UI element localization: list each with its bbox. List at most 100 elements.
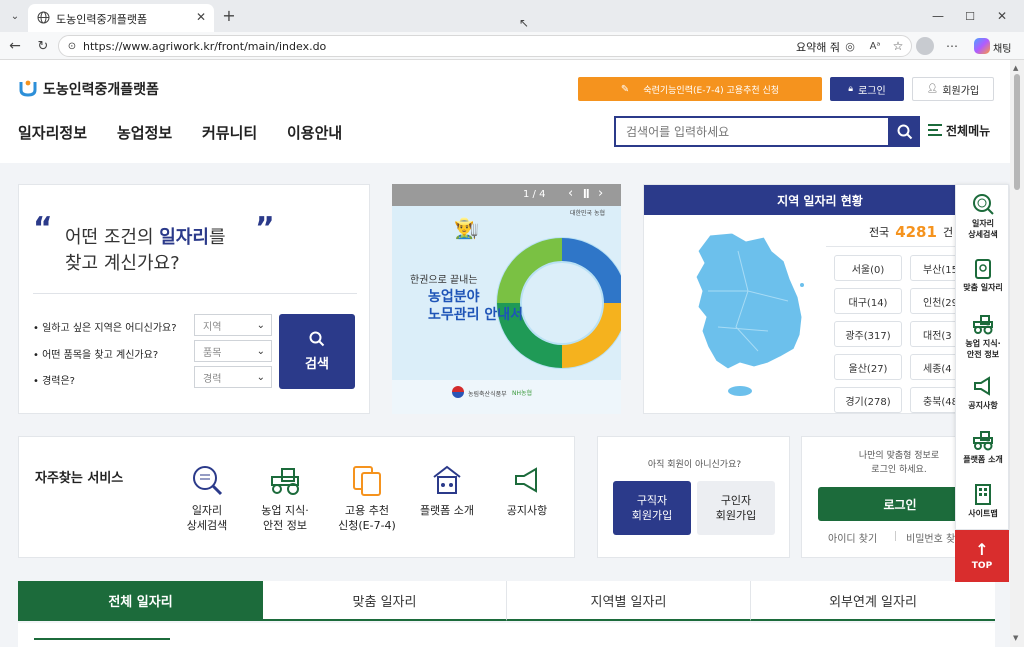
career-select[interactable]: 경력 ⌄ <box>194 366 272 388</box>
quick-agri-knowledge[interactable]: 농업 지식· 안전 정보 <box>956 313 1010 360</box>
documents-icon <box>350 463 384 497</box>
pause-icon[interactable]: ǁ <box>583 188 590 199</box>
copilot-summary-icon[interactable]: ◎ <box>842 38 858 54</box>
find-password-link[interactable]: 비밀번호 찾 <box>906 530 955 545</box>
total-count: 4281 <box>895 222 937 241</box>
service-job-search[interactable]: 일자리 상세검색 <box>171 463 243 533</box>
tab-all-jobs[interactable]: 전체 일자리 <box>18 581 263 621</box>
tab-external-jobs[interactable]: 외부연계 일자리 <box>751 581 995 621</box>
search-heading-line2: 찾고 계신가요? <box>65 253 180 274</box>
promo-banner[interactable]: 1 / 4 ‹ ǁ › 대한민국 농협 👨‍🌾 한권으로 끝내는 농업분야 노무… <box>392 184 621 414</box>
back-arrow-icon[interactable]: ← <box>6 37 24 55</box>
url-bar[interactable]: ⊙ https://www.agriwork.kr/front/main/ind… <box>58 35 912 57</box>
profile-avatar[interactable] <box>916 37 934 55</box>
quick-job-search[interactable]: 일자리 상세검색 <box>956 193 1010 240</box>
browser-tab[interactable]: 도농인력중개플랫폼 ✕ <box>28 4 214 32</box>
favorite-star-icon[interactable]: ☆ <box>890 38 906 54</box>
korea-map[interactable] <box>668 231 818 401</box>
service-platform-intro[interactable]: 플랫폼 소개 <box>411 463 483 518</box>
service-label-line2: 신청(E-7-4) <box>338 519 396 532</box>
header-login-button[interactable]: 🔒︎ 로그인 <box>830 77 904 101</box>
reload-icon[interactable]: ↻ <box>34 37 52 55</box>
seeker-signup-button[interactable]: 구직자 회원가입 <box>613 481 691 535</box>
total-label: 전국 <box>868 225 890 239</box>
nav-guide[interactable]: 이용안내 <box>287 122 342 143</box>
quick-label-line1: 사이트맵 <box>968 509 998 518</box>
building-people-icon <box>430 463 464 497</box>
site-logo-text[interactable]: 도농인력중개플랫폼 <box>43 79 159 99</box>
prev-slide-icon[interactable]: ‹ <box>568 186 573 201</box>
region-button-seoul[interactable]: 서울(0) <box>834 255 902 281</box>
search-icon <box>309 331 325 347</box>
site-logo-icon[interactable] <box>18 78 38 98</box>
frequent-services-card: 자주찾는 서비스 일자리 상세검색 농업 지식· 안전 정보 고용 추천 신청(… <box>18 436 575 558</box>
banner-illustration <box>496 237 621 369</box>
site-info-icon[interactable]: ⊙ <box>65 39 79 53</box>
region-button-ulsan[interactable]: 울산(27) <box>834 354 902 380</box>
header-signup-button[interactable]: 👤︎ 회원가입 <box>912 77 994 101</box>
region-select[interactable]: 지역 ⌄ <box>194 314 272 336</box>
next-slide-icon[interactable]: › <box>598 186 603 201</box>
new-tab-icon[interactable]: + <box>220 6 238 25</box>
maximize-icon[interactable]: ☐ <box>962 8 978 24</box>
megaphone-icon <box>972 375 994 397</box>
job-search-button[interactable]: 검색 <box>279 314 355 389</box>
more-options-icon[interactable]: ⋯ <box>944 38 960 54</box>
all-menu-button[interactable]: 전체메뉴 <box>946 122 990 139</box>
quick-custom-jobs[interactable]: 맞춤 일자리 <box>956 257 1010 293</box>
service-agri-knowledge[interactable]: 농업 지식· 안전 정보 <box>249 463 321 533</box>
read-aloud-icon[interactable]: Aᵃ <box>866 38 884 54</box>
quick-sitemap[interactable]: 사이트맵 <box>956 483 1010 519</box>
skilled-worker-button[interactable]: ✎ 숙련기능인력(E-7-4) 고용추천 신청 <box>578 77 822 101</box>
crop-select-value: 품목 <box>203 347 222 359</box>
scroll-up-arrow-icon[interactable]: ▲ <box>1013 64 1018 72</box>
region-button-gyeonggi[interactable]: 경기(278) <box>834 387 902 413</box>
summarize-label[interactable]: 요약해 줘 <box>796 39 840 55</box>
page-scrollbar[interactable]: ▲ ▼ <box>1010 60 1024 647</box>
quick-notice[interactable]: 공지사항 <box>956 375 1010 411</box>
skilled-worker-label: 숙련기능인력(E-7-4) 고용추천 신청 <box>643 85 780 96</box>
close-tab-icon[interactable]: ✕ <box>194 9 208 25</box>
scroll-top-button[interactable]: ↑ TOP <box>955 530 1009 582</box>
service-employment-recommend[interactable]: 고용 추천 신청(E-7-4) <box>327 463 407 533</box>
lock-icon: 🔒︎ <box>848 84 854 94</box>
document-icon: ✎ <box>620 83 630 95</box>
service-notice[interactable]: 공지사항 <box>491 463 563 518</box>
tab-title: 도농인력중개플랫폼 <box>56 13 148 26</box>
copilot-icon[interactable] <box>974 38 990 54</box>
seeker-label-2: 회원가입 <box>631 509 673 522</box>
service-label-line1: 일자리 <box>191 504 223 517</box>
close-window-icon[interactable]: ✕ <box>994 8 1010 24</box>
crop-select[interactable]: 품목 ⌄ <box>194 340 272 362</box>
job-search-card: “ 어떤 조건의 일자리를 ” 찾고 계신가요? • 일하고 싶은 지역은 어디… <box>18 184 370 414</box>
tab-list-chevron-icon[interactable]: ⌄ <box>6 8 24 24</box>
search-icon <box>897 124 912 139</box>
scrollbar-thumb[interactable] <box>1014 74 1020 190</box>
chat-label[interactable]: 채팅 <box>993 40 1011 55</box>
find-id-link[interactable]: 아이디 찾기 <box>828 530 877 545</box>
site-header: 도농인력중개플랫폼 ✎ 숙련기능인력(E-7-4) 고용추천 신청 🔒︎ 로그인 👤… <box>0 60 1010 163</box>
web-page: 도농인력중개플랫폼 ✎ 숙련기능인력(E-7-4) 고용추천 신청 🔒︎ 로그인 👤… <box>0 60 1010 647</box>
service-label-line1: 고용 추천 <box>345 504 389 517</box>
nav-agri-info[interactable]: 농업정보 <box>117 122 172 143</box>
minimize-icon[interactable]: — <box>930 8 946 24</box>
scroll-down-arrow-icon[interactable]: ▼ <box>1013 634 1018 642</box>
employer-label-1: 구인자 <box>720 494 752 507</box>
farmer-illustration-icon: 👨‍🌾 <box>454 216 479 240</box>
hamburger-menu-icon[interactable] <box>928 123 942 137</box>
site-search-input[interactable] <box>614 116 890 147</box>
region-button-gwangju[interactable]: 광주(317) <box>834 321 902 347</box>
tab-custom-jobs[interactable]: 맞춤 일자리 <box>263 581 507 621</box>
service-label-line1: 플랫폼 소개 <box>419 504 475 517</box>
top-label: TOP <box>971 560 993 571</box>
career-question: • 경력은? <box>33 376 75 387</box>
nav-jobs[interactable]: 일자리정보 <box>18 122 87 143</box>
nav-community[interactable]: 커뮤니티 <box>202 122 257 143</box>
employer-signup-button[interactable]: 구인자 회원가입 <box>697 481 775 535</box>
tractor-icon <box>268 463 302 497</box>
region-button-daegu[interactable]: 대구(14) <box>834 288 902 314</box>
tab-regional-jobs[interactable]: 지역별 일자리 <box>507 581 751 621</box>
quick-platform-intro[interactable]: 플랫폼 소개 <box>956 429 1010 465</box>
site-search-button[interactable] <box>889 116 920 147</box>
quick-label-line1: 공지사항 <box>968 401 998 410</box>
